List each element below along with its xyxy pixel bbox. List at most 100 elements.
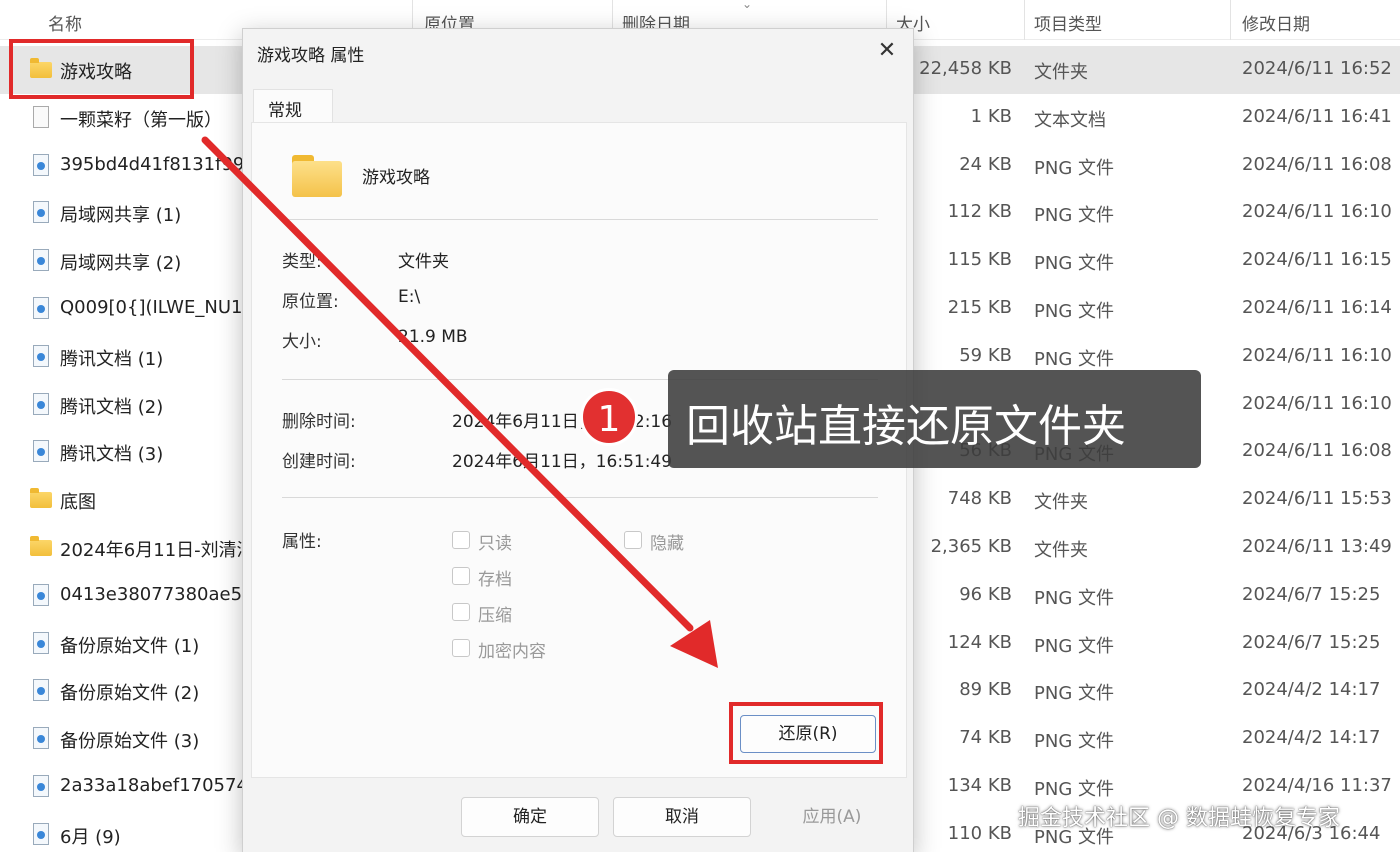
cancel-button[interactable]: 取消 (613, 797, 751, 837)
column-name[interactable]: 名称 (48, 10, 82, 35)
compress-checkbox[interactable] (452, 603, 470, 621)
png-image-icon (33, 727, 49, 750)
readonly-checkbox[interactable] (452, 531, 470, 549)
file-name: 局域网共享 (1) (60, 205, 182, 227)
file-date: 2024/4/2 14:17 (1242, 679, 1381, 701)
file-name: 腾讯文档 (3) (60, 444, 164, 466)
watermark: 掘金技术社区 @ 数据蛙恢复专家 (1018, 806, 1340, 831)
file-size: 1 KB (970, 105, 1012, 127)
step-number-badge: 1 (580, 388, 638, 446)
file-size: 22,458 KB (919, 58, 1012, 79)
png-image-icon (33, 679, 49, 702)
restore-button-highlight (729, 702, 883, 764)
png-image-icon (33, 631, 49, 654)
file-date: 2024/6/11 16:10 (1242, 392, 1392, 414)
divider (282, 497, 878, 498)
file-date: 2024/6/7 15:25 (1242, 583, 1381, 605)
size-value: 21.9 MB (398, 327, 468, 347)
file-name: 腾讯文档 (2) (60, 396, 164, 418)
file-date: 2024/6/11 16:14 (1242, 297, 1392, 318)
encrypt-checkbox[interactable] (452, 639, 470, 657)
file-name: 腾讯文档 (1) (60, 348, 164, 370)
file-type: PNG 文件 (1034, 779, 1114, 800)
text-document-icon (33, 105, 49, 128)
column-divider[interactable] (1230, 0, 1231, 40)
file-size: 74 KB (959, 727, 1012, 749)
deleted-value: 2024年6月11日，16:52:16 (452, 412, 673, 432)
attributes-label: 属性: (282, 532, 322, 552)
file-type: PNG 文件 (1034, 731, 1114, 753)
file-type: 文件夹 (1034, 492, 1088, 514)
folder-name: 游戏攻略 (362, 168, 430, 188)
hidden-label: 隐藏 (650, 534, 684, 554)
readonly-label: 只读 (478, 534, 512, 554)
file-size: 115 KB (947, 249, 1012, 271)
created-value: 2024年6月11日，16:51:49 (452, 452, 673, 472)
file-name: 备份原始文件 (3) (60, 731, 200, 753)
file-type: 文本文档 (1034, 109, 1106, 131)
apply-button[interactable]: 应用(A) (763, 797, 901, 837)
file-name: 395bd4d41f8131f99 (60, 153, 245, 175)
column-divider[interactable] (1024, 0, 1025, 40)
png-image-icon (33, 249, 49, 272)
file-size: 134 KB (947, 775, 1012, 796)
file-name: 底图 (60, 492, 96, 514)
file-type: PNG 文件 (1034, 348, 1114, 370)
file-name: 2a33a18abef170574 (60, 775, 248, 796)
created-label: 创建时间: (282, 452, 356, 472)
file-date: 2024/6/11 16:10 (1242, 201, 1392, 223)
archive-checkbox[interactable] (452, 567, 470, 585)
file-date: 2024/4/2 14:17 (1242, 727, 1381, 749)
file-date: 2024/6/11 16:08 (1242, 153, 1392, 175)
location-label: 原位置: (282, 292, 339, 312)
compress-label: 压缩 (478, 606, 512, 626)
file-name: 一颗菜籽（第一版） (60, 109, 222, 131)
file-size: 124 KB (947, 631, 1012, 653)
close-icon[interactable]: ✕ (873, 37, 901, 65)
file-type: PNG 文件 (1034, 253, 1114, 275)
file-type: PNG 文件 (1034, 157, 1114, 179)
location-value: E:\ (398, 287, 421, 307)
dialog-title: 游戏攻略 属性 (257, 46, 365, 66)
size-label: 大小: (282, 332, 322, 352)
file-type: 文件夹 (1034, 540, 1088, 561)
ok-button[interactable]: 确定 (461, 797, 599, 837)
file-size: 96 KB (959, 583, 1012, 605)
file-name: Q009[0{](ILWE_NU1C (60, 297, 256, 318)
png-image-icon (33, 201, 49, 224)
file-type: 文件夹 (1034, 62, 1088, 83)
png-image-icon (33, 344, 49, 367)
png-image-icon (33, 583, 49, 606)
file-size: 59 KB (959, 344, 1012, 366)
file-type: PNG 文件 (1034, 301, 1114, 322)
file-name: 0413e38077380ae5f (60, 583, 249, 605)
column-item-type[interactable]: 项目类型 (1034, 10, 1102, 35)
file-type: PNG 文件 (1034, 635, 1114, 657)
file-size: 215 KB (947, 297, 1012, 318)
tab-general[interactable]: 常规 (253, 89, 333, 123)
png-image-icon (33, 153, 49, 176)
file-date: 2024/6/11 16:10 (1242, 344, 1392, 366)
type-label: 类型: (282, 252, 322, 272)
file-size: 89 KB (959, 679, 1012, 701)
deleted-label: 删除时间: (282, 412, 356, 432)
file-date: 2024/6/11 16:41 (1242, 105, 1392, 127)
selected-item-highlight (9, 39, 194, 99)
file-type: PNG 文件 (1034, 205, 1114, 227)
file-size: 748 KB (947, 488, 1012, 510)
column-date-modified[interactable]: 修改日期 (1242, 10, 1310, 35)
folder-icon (292, 153, 342, 197)
archive-label: 存档 (478, 570, 512, 590)
file-date: 2024/6/11 16:15 (1242, 249, 1392, 271)
folder-icon (30, 488, 52, 509)
hidden-checkbox[interactable] (624, 531, 642, 549)
annotation-caption: 回收站直接还原文件夹 (668, 370, 1201, 468)
file-name: 备份原始文件 (1) (60, 635, 200, 657)
folder-icon (30, 536, 52, 556)
png-image-icon (33, 440, 49, 463)
recycle-bin-window: 名称 原位置 删除日期 ⌄ 大小 项目类型 修改日期 游戏攻略 22,458 KB… (0, 0, 1400, 852)
file-date: 2024/4/16 11:37 (1242, 775, 1392, 796)
file-type: PNG 文件 (1034, 587, 1114, 609)
file-date: 2024/6/11 13:49 (1242, 536, 1392, 557)
file-size: 24 KB (959, 153, 1012, 175)
